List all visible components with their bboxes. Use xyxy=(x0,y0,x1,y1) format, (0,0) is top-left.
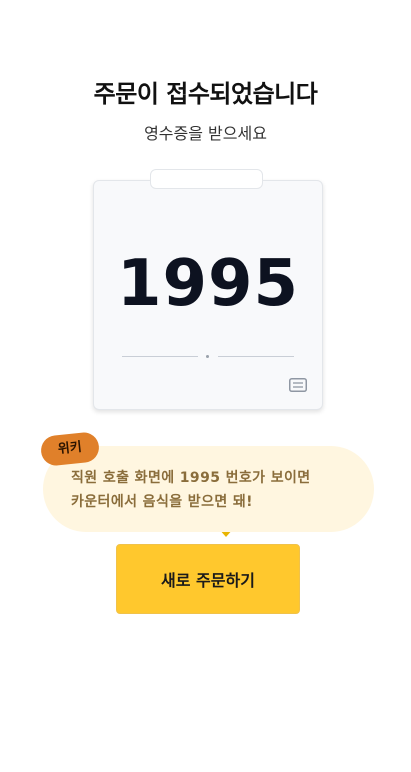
ticket-top-tab xyxy=(150,169,263,189)
page-title: 주문이 접수되었습니다 xyxy=(93,80,318,108)
speech-line-1: 직원 호출 화면에 1995 번호가 보이면 xyxy=(71,470,311,486)
speech-text: 직원 호출 화면에 1995 번호가 보이면 카운터에서 음식을 받으면 돼! xyxy=(71,466,361,514)
new-order-button[interactable]: 새로 주문하기 xyxy=(116,544,300,614)
divider-line-left xyxy=(122,356,198,357)
page-subtitle: 영수증을 받으세요 xyxy=(144,124,267,143)
receipt-icon xyxy=(289,378,307,392)
order-number: 1995 xyxy=(116,247,300,321)
ticket-divider xyxy=(122,355,294,359)
speech-line-2: 카운터에서 음식을 받으면 돼! xyxy=(71,494,253,510)
divider-line-right xyxy=(218,356,294,357)
receipt-ticket: 1995 xyxy=(93,180,323,410)
divider-dot xyxy=(206,355,209,358)
